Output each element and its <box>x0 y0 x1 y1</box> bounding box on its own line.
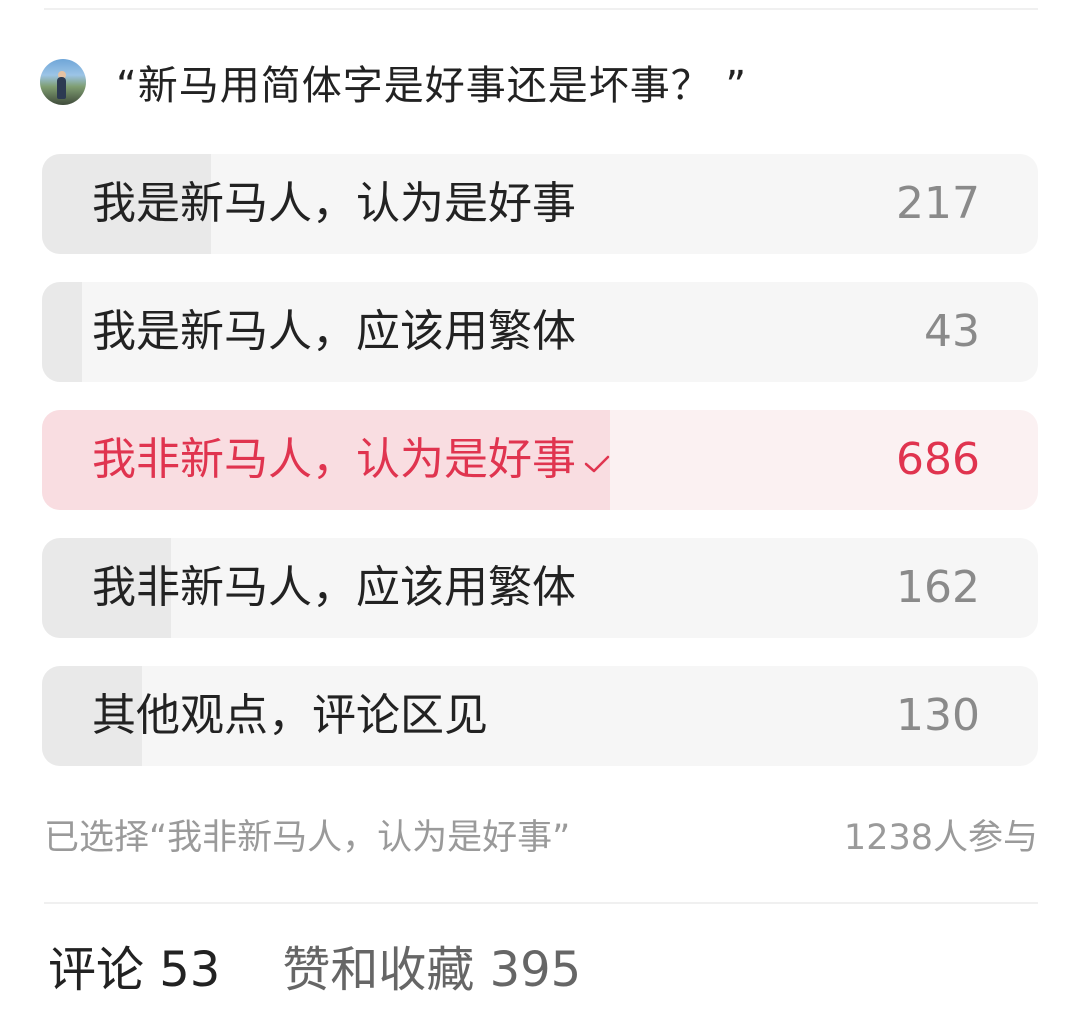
poll-option-count: 130 <box>896 690 980 741</box>
poll-option-text: 我是新马人，认为是好事 <box>92 178 576 229</box>
poll-option-text: 我是新马人，应该用繁体 <box>92 306 576 357</box>
poll-option-text: 其他观点，评论区见 <box>92 690 488 741</box>
avatar[interactable] <box>40 59 86 105</box>
poll-option-label: 其他观点，评论区见 <box>92 666 488 766</box>
comment-tabs: 评论 53 赞和收藏 395 <box>48 930 643 1000</box>
poll-option-count: 686 <box>896 434 980 485</box>
poll-option-label: 我非新马人，应该用繁体 <box>92 538 576 638</box>
tab-likes-collections[interactable]: 赞和收藏 395 <box>282 930 581 1000</box>
poll-question-text: “新马用简体字是好事还是坏事？ ” <box>116 63 748 109</box>
poll-question: “新马用简体字是好事还是坏事？ ” <box>40 52 747 112</box>
avatar-figure <box>57 77 66 99</box>
poll-option-count: 217 <box>896 178 980 229</box>
poll-option[interactable]: 我非新马人，认为是好事 686 <box>42 410 1038 510</box>
poll-option[interactable]: 其他观点，评论区见 130 <box>42 666 1038 766</box>
poll-option-label: 我非新马人，认为是好事 <box>92 410 612 510</box>
participant-count: 1238人参与 <box>843 817 1038 858</box>
selected-choice-text: 已选择“我非新马人，认为是好事” <box>44 817 571 858</box>
section-divider <box>44 902 1038 904</box>
poll-option[interactable]: 我是新马人，认为是好事 217 <box>42 154 1038 254</box>
poll-option-text: 我非新马人，认为是好事 <box>92 434 576 485</box>
poll-option-count: 162 <box>896 562 980 613</box>
poll-option-fill <box>42 282 82 382</box>
tab-comments[interactable]: 评论 53 <box>48 930 220 1000</box>
poll-option[interactable]: 我是新马人，应该用繁体 43 <box>42 282 1038 382</box>
poll-option-text: 我非新马人，应该用繁体 <box>92 562 576 613</box>
poll-option-label: 我是新马人，认为是好事 <box>92 154 576 254</box>
poll-option-label: 我是新马人，应该用繁体 <box>92 282 576 382</box>
check-icon <box>582 412 612 510</box>
poll-option[interactable]: 我非新马人，应该用繁体 162 <box>42 538 1038 638</box>
poll-options: 我是新马人，认为是好事 217 我是新马人，应该用繁体 43 我非新马人，认为是… <box>42 154 1038 794</box>
poll-summary: 已选择“我非新马人，认为是好事” 1238人参与 <box>44 808 1038 860</box>
top-divider <box>44 8 1038 10</box>
poll-option-count: 43 <box>924 306 980 357</box>
